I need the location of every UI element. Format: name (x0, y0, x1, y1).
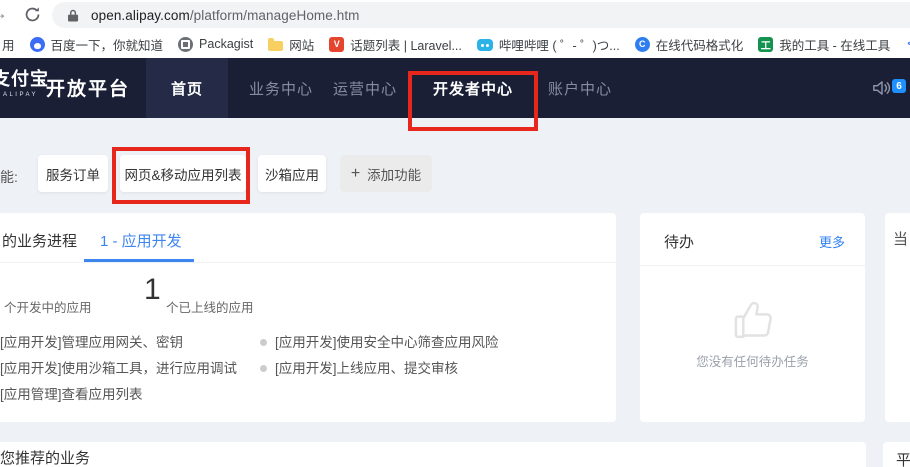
right-edge-card: 当 (885, 213, 910, 422)
bookmark-code-formatter[interactable]: 在线代码格式化 (635, 35, 744, 54)
reload-icon[interactable] (24, 6, 41, 28)
bookmark-folder-website[interactable]: 网站 (268, 35, 314, 54)
packagist-icon (178, 37, 193, 52)
bookmark-cut-fragment[interactable]: 用 (2, 35, 15, 54)
todo-more-link[interactable]: 更多 (819, 232, 845, 251)
nav-item-account-center[interactable]: 账户中心 (534, 58, 626, 118)
right-card-title-fragment: 当 (893, 228, 908, 249)
tab-app-development[interactable]: 1 - 应用开发 (100, 230, 182, 251)
stat-developing-label: 个开发中的应用 (4, 297, 92, 316)
address-bar[interactable]: open.alipay.com/platform/manageHome.htm (52, 2, 910, 28)
browser-chrome: → open.alipay.com/platform/manageHome.ht… (0, 0, 910, 58)
lock-icon (68, 9, 79, 22)
stat-online-count: 1 (144, 273, 161, 307)
task-item: [应用开发]上线应用、提交审核 (260, 357, 458, 377)
nav-item-operation-center[interactable]: 运营中心 (322, 58, 408, 118)
nav-item-business-center[interactable]: 业务中心 (238, 58, 324, 118)
stat-online-label: 个已上线的应用 (166, 297, 254, 316)
tools-icon (758, 37, 773, 52)
bullet-icon (260, 339, 267, 346)
folder-icon (268, 41, 283, 51)
bookmark-code-cut[interactable]: 在 (905, 35, 910, 54)
baidu-icon (30, 37, 45, 52)
bookmark-bilibili[interactable]: 哔哩哔哩 ( ゜- ゜)つ... (477, 35, 620, 54)
add-feature-button[interactable]: + 添加功能 (340, 155, 432, 192)
task-item: [应用开发]使用沙箱工具，进行应用调试 (0, 357, 237, 377)
recommended-business-title-fragment: 您推荐的业务 (0, 447, 90, 467)
code-formatter-icon (635, 37, 650, 52)
code-brackets-icon (905, 37, 910, 52)
url-text: open.alipay.com/platform/manageHome.htm (91, 8, 360, 23)
bookmarks-bar: 用 百度一下，你就知道 Packagist 网站 话题列表 | Laravel.… (0, 30, 910, 58)
sandbox-app-button[interactable]: 沙箱应用 (258, 155, 326, 192)
quick-actions-label-fragment: 能: (0, 167, 18, 187)
todo-empty-text: 您没有任何待办任务 (640, 351, 865, 370)
nav-item-home[interactable]: 首页 (146, 58, 228, 118)
todo-card: 待办 更多 您没有任何待办任务 (640, 213, 865, 422)
bookmark-baidu[interactable]: 百度一下，你就知道 (30, 35, 164, 54)
task-item: [应用开发]管理应用网关、密钥 (0, 331, 183, 351)
thumbs-up-icon (726, 293, 780, 352)
service-orders-button[interactable]: 服务订单 (38, 155, 108, 192)
bilibili-icon (477, 39, 493, 51)
bottom-right-title-fragment: 平 (896, 449, 910, 467)
laravel-community-icon (329, 37, 344, 52)
announcement-speaker-icon[interactable] (872, 79, 892, 102)
recommended-business-card: 您推荐的业务 (0, 442, 866, 467)
alipay-logo: 支付宝 ALIPAY (0, 69, 49, 98)
url-path: /platform/manageHome.htm (190, 8, 360, 23)
progress-card-title-fragment: 的业务进程 (2, 230, 77, 251)
url-host: open.alipay.com (91, 8, 190, 23)
bookmark-packagist[interactable]: Packagist (178, 37, 253, 52)
forward-arrow-icon[interactable]: → (0, 3, 8, 24)
browser-toolbar: → open.alipay.com/platform/manageHome.ht… (0, 0, 910, 30)
plus-icon: + (351, 165, 360, 183)
bottom-right-edge-card: 平 (883, 442, 910, 467)
annotation-box-developer-center (408, 71, 538, 131)
todo-card-header: 待办 更多 (640, 213, 865, 266)
bookmark-laravel-topics[interactable]: 话题列表 | Laravel... (329, 35, 462, 54)
todo-card-title: 待办 (664, 231, 694, 252)
platform-brand: 开放平台 (46, 74, 130, 101)
screen: → open.alipay.com/platform/manageHome.ht… (0, 0, 910, 467)
task-item: [应用管理]查看应用列表 (0, 383, 143, 403)
notification-badge[interactable]: 6 (892, 79, 906, 93)
business-progress-card: 的业务进程 1 - 应用开发 2 个开发中的应用 1 个已上线的应用 [应用开发… (0, 213, 616, 422)
task-item: [应用开发]使用安全中心筛查应用风险 (260, 331, 499, 351)
active-tab-underline (84, 259, 194, 262)
bookmark-my-tools[interactable]: 我的工具 - 在线工具 (758, 35, 890, 54)
bullet-icon (260, 365, 267, 372)
annotation-box-web-mobile-app-list (112, 147, 250, 204)
progress-card-header: 的业务进程 1 - 应用开发 (0, 213, 616, 263)
